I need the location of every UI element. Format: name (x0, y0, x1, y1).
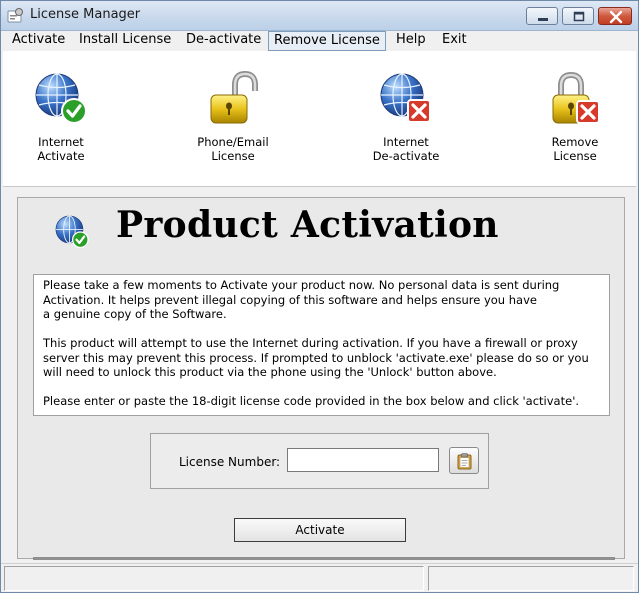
app-key-icon (7, 7, 25, 25)
page-title: Product Activation (116, 204, 499, 246)
internet-activate-button[interactable]: Internet Activate (1, 71, 121, 163)
remove-license-button[interactable]: Remove License (515, 71, 635, 163)
menu-activate[interactable]: Activate (7, 31, 70, 51)
status-bar (1, 563, 638, 592)
maximize-button[interactable] (562, 7, 594, 25)
license-number-group: License Number: (150, 433, 489, 489)
internet-activate-label: Internet Activate (37, 135, 85, 163)
menu-bar: Activate Install License De-activate Rem… (1, 31, 638, 51)
product-activation-panel: Product Activation Please take a few mom… (17, 197, 625, 559)
license-number-input[interactable] (287, 448, 439, 472)
menu-install-license[interactable]: Install License (74, 31, 176, 51)
status-pane-secondary (428, 566, 634, 591)
menu-deactivate[interactable]: De-activate (181, 31, 266, 51)
description-paragraph: Please enter or paste the 18-digit licen… (43, 394, 580, 408)
internet-deactivate-label: Internet De-activate (372, 135, 440, 163)
padlock-x-icon (552, 71, 600, 124)
internet-deactivate-button[interactable]: Internet De-activate (346, 71, 466, 163)
activate-button[interactable]: Activate (234, 518, 406, 542)
license-manager-window: License Manager Activate Install License… (0, 0, 639, 593)
window-title: License Manager (30, 7, 141, 22)
globe-check-icon (55, 215, 89, 249)
description-paragraph: Please take a few moments to Activate yo… (43, 278, 560, 321)
paste-button[interactable] (449, 447, 479, 474)
toolbar: Internet Activate Phone/Email License In… (3, 51, 636, 187)
remove-license-label: Remove License (551, 135, 599, 163)
panel-divider (33, 557, 615, 560)
close-button[interactable] (598, 7, 632, 25)
license-number-label: License Number: (179, 455, 281, 469)
menu-help[interactable]: Help (391, 31, 431, 51)
phone-email-license-button[interactable]: Phone/Email License (173, 71, 293, 163)
padlock-open-icon (210, 71, 258, 124)
globe-x-icon (380, 73, 431, 123)
description-paragraph: This product will attempt to use the Int… (43, 336, 589, 379)
minimize-button[interactable] (526, 7, 558, 25)
clipboard-icon (457, 453, 472, 470)
phone-email-license-label: Phone/Email License (197, 135, 269, 163)
menu-remove-license[interactable]: Remove License (268, 31, 386, 51)
title-bar[interactable]: License Manager (1, 1, 638, 31)
activation-description: Please take a few moments to Activate yo… (33, 274, 610, 416)
globe-check-icon (35, 73, 87, 124)
status-pane-main (4, 566, 424, 591)
menu-exit[interactable]: Exit (437, 31, 472, 51)
